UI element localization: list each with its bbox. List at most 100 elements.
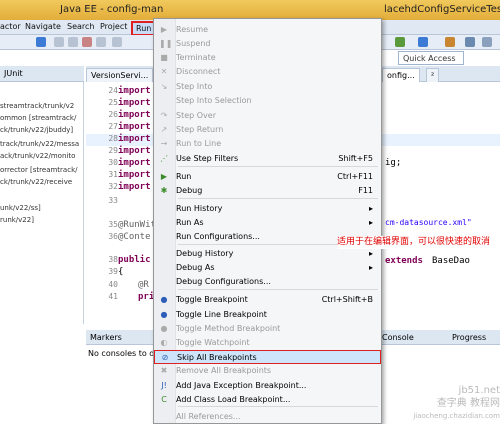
menu-item-label: Add Class Load Breakpoint... — [176, 395, 291, 404]
run-menu: ▶ Resume ❚❚ Suspend ■ Terminate ✕ Disconnect ↘ St… — [153, 18, 382, 424]
console-message: No consoles to di — [88, 349, 157, 358]
tree-item[interactable]: ck/trunk/v22/receive — [0, 178, 72, 186]
tree-item[interactable]: ommon [streamtrack/ — [0, 114, 76, 122]
tree-item[interactable]: unk/v22/ss] — [0, 204, 41, 212]
run-menu-item-debug[interactable]: ✱ Debug F11 — [154, 184, 381, 198]
toolbar-step-icon[interactable] — [112, 37, 122, 47]
watermark: jb51.net 查字典 教程网 jiaocheng.chazidian.com — [413, 385, 500, 420]
toolbar-debug-icon[interactable] — [36, 37, 46, 47]
tree-item[interactable]: ck/trunk/v22/jbuddy] — [0, 126, 73, 134]
toolbar-terminate-icon[interactable] — [82, 37, 92, 47]
menu-item-label: Add Java Exception Breakpoint... — [176, 381, 307, 390]
menu-refactor[interactable]: actor — [0, 22, 21, 31]
debug-icon: ✱ — [160, 186, 168, 195]
menu-search[interactable]: Search — [67, 22, 94, 31]
run-menu-item-step-over[interactable]: ↷ Step Over — [154, 109, 381, 123]
menu-item-label: Run — [176, 172, 192, 181]
editor-tab-more[interactable]: ² — [426, 68, 440, 82]
toolbar-nav-icon[interactable] — [482, 37, 492, 47]
run-menu-item-toggle-method-breakpoint[interactable]: ● Toggle Method Breakpoint — [154, 322, 381, 336]
window-title-tail: lacehdConfigServiceTestV — [384, 4, 500, 15]
editor-tab-version[interactable]: VersionServi... — [86, 68, 154, 82]
menu-item-shortcut: Shift+F5 — [338, 154, 373, 163]
window-titlebar: Java EE - config-man lacehdConfigService… — [0, 0, 500, 20]
run-menu-item-skip-all-breakpoints[interactable]: ⊘ Skip All Breakpoints — [154, 350, 381, 364]
run-menu-item-add-class-load-breakpoint[interactable]: C Add Class Load Breakpoint... — [154, 393, 381, 407]
progress-tab[interactable]: Progress — [452, 333, 486, 342]
menu-item-label: Run Configurations... — [176, 232, 260, 241]
tree-item[interactable]: runk/v22] — [0, 216, 34, 224]
menu-item-label: Step Into Selection — [176, 96, 252, 105]
markers-tab[interactable]: Markers — [90, 333, 122, 342]
breakpoint-icon: ● — [160, 295, 168, 304]
run-menu-item-toggle-watchpoint[interactable]: ◐ Toggle Watchpoint — [154, 336, 381, 350]
menu-item-label: Remove All Breakpoints — [176, 366, 272, 375]
run-menu-item-resume[interactable]: ▶ Resume — [154, 23, 381, 37]
run-menu-item-all-references[interactable]: All References... — [154, 410, 381, 424]
run-menu-item-toggle-breakpoint[interactable]: ● Toggle Breakpoint Ctrl+Shift+B — [154, 293, 381, 307]
run-menu-item-remove-all-breakpoints[interactable]: ✖ Remove All Breakpoints — [154, 364, 381, 378]
exception-breakpoint-icon: J! — [161, 381, 167, 390]
code-keyword: extends — [385, 256, 423, 266]
run-menu-item-add-java-exception-breakpoint[interactable]: J! Add Java Exception Breakpoint... — [154, 379, 381, 393]
menu-item-label: Toggle Breakpoint — [176, 295, 248, 304]
tree-item[interactable]: orrector [streamtrack/ — [0, 166, 77, 174]
run-menu-item-run-as[interactable]: Run As ▸ — [154, 216, 381, 230]
tree-item[interactable]: streamtrack/trunk/v2 — [0, 102, 74, 110]
run-menu-item-debug-configurations[interactable]: Debug Configurations... — [154, 275, 381, 289]
menu-item-label: Debug As — [176, 263, 215, 272]
watchpoint-icon: ◐ — [160, 338, 168, 347]
run-menu-item-run[interactable]: ▶ Run Ctrl+F11 — [154, 170, 381, 184]
run-menu-item-step-into[interactable]: ↘ Step Into — [154, 80, 381, 94]
menu-item-label: Debug — [176, 186, 203, 195]
menu-item-label: Step Into — [176, 82, 213, 91]
junit-tab[interactable]: JUnit — [0, 66, 84, 82]
toolbar-debug2-icon[interactable] — [418, 37, 428, 47]
menu-item-label: Step Return — [176, 125, 224, 134]
run-menu-item-step-return[interactable]: ↗ Step Return — [154, 123, 381, 137]
menu-item-shortcut: F11 — [358, 186, 373, 195]
code-string: cm-datasource.xml" — [385, 218, 472, 227]
run-menu-item-debug-history[interactable]: Debug History ▸ — [154, 247, 381, 261]
menu-item-shortcut: ▸ — [368, 249, 373, 258]
terminate-icon: ■ — [160, 53, 168, 62]
toolbar-resume-icon[interactable] — [54, 37, 64, 47]
toolbar-disconnect-icon[interactable] — [96, 37, 106, 47]
menu-item-label: Use Step Filters — [176, 154, 239, 163]
console-tab[interactable]: Console — [382, 333, 414, 342]
toolbar-external-tools-icon[interactable] — [445, 37, 455, 47]
run-menu-item-step-into-selection[interactable]: Step Into Selection — [154, 94, 381, 108]
run-menu-item-terminate[interactable]: ■ Terminate — [154, 51, 381, 65]
annotation-note: 适用于在编辑界面，可以很快速的取消 — [337, 236, 500, 249]
toolbar-suspend-icon[interactable] — [68, 37, 78, 47]
run-menu-item-use-step-filters[interactable]: ⋰ Use Step Filters Shift+F5 — [154, 152, 381, 166]
menu-item-shortcut: ▸ — [368, 263, 373, 272]
run-menu-item-run-to-line[interactable]: → Run to Line — [154, 137, 381, 151]
menu-item-label: Disconnect — [176, 67, 221, 76]
editor-tab-config[interactable]: onfig... — [382, 68, 420, 82]
quick-access-input[interactable]: Quick Access — [398, 51, 464, 65]
menu-navigate[interactable]: Navigate — [25, 22, 61, 31]
toolbar-run-icon[interactable] — [395, 37, 405, 47]
menu-separator — [178, 198, 378, 199]
menu-separator — [178, 166, 378, 167]
step-over-icon: ↷ — [160, 111, 168, 120]
menu-item-label: Step Over — [176, 111, 216, 120]
run-menu-item-debug-as[interactable]: Debug As ▸ — [154, 261, 381, 275]
tree-item[interactable]: ack/trunk/v22/monito — [0, 152, 75, 160]
step-filters-icon: ⋰ — [160, 154, 168, 163]
run-menu-item-run-history[interactable]: Run History ▸ — [154, 202, 381, 216]
menu-item-label: Toggle Line Breakpoint — [176, 310, 267, 319]
menu-project[interactable]: Project — [100, 22, 127, 31]
run-menu-item-suspend[interactable]: ❚❚ Suspend — [154, 37, 381, 51]
menu-item-label: Toggle Method Breakpoint — [176, 324, 281, 333]
toolbar-search-icon[interactable] — [465, 37, 475, 47]
tree-item[interactable]: track/trunk/v22/messa — [0, 140, 79, 148]
run-menu-item-toggle-line-breakpoint[interactable]: ● Toggle Line Breakpoint — [154, 308, 381, 322]
line-breakpoint-icon: ● — [160, 310, 168, 319]
window-title: Java EE - config-man — [60, 4, 164, 15]
remove-breakpoints-icon: ✖ — [160, 366, 168, 375]
menu-item-label: Run History — [176, 204, 223, 213]
run-menu-item-disconnect[interactable]: ✕ Disconnect — [154, 65, 381, 79]
menu-item-label: Resume — [176, 25, 209, 34]
